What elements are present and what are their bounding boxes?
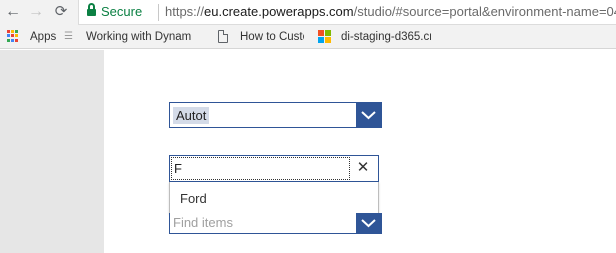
secure-label: Secure (101, 4, 143, 19)
list-bookmark-icon: ☰ (64, 31, 73, 42)
url-path: /studio/#source=portal&environment-name=… (353, 4, 616, 19)
side-panel (0, 50, 104, 253)
dropdown-selected-value: Autot (173, 107, 210, 124)
url-text[interactable]: https://eu.create.powerapps.com/studio/#… (165, 4, 616, 19)
chevron-down-icon (361, 219, 376, 228)
bookmarks-bar: Apps ☰ Working with Dynam How to Customi… (0, 25, 616, 49)
combobox-toggle-button[interactable] (356, 213, 381, 234)
combobox-search-input[interactable]: F (171, 157, 350, 180)
combobox-option-ford[interactable]: Ford (180, 191, 207, 206)
combobox-find-items[interactable]: Find items (169, 213, 382, 234)
combobox-search[interactable]: F ✕ (169, 155, 379, 182)
bookmark-how-to-customize[interactable]: How to Customize F (240, 29, 304, 45)
reload-icon[interactable]: ⟳ (52, 3, 70, 21)
apps-grid-icon[interactable] (7, 30, 19, 42)
lock-icon (87, 3, 96, 17)
address-bar[interactable]: Secure https://eu.create.powerapps.com/s… (78, 0, 616, 25)
combobox-placeholder: Find items (173, 215, 233, 230)
dropdown-toggle-button[interactable] (356, 103, 381, 127)
back-arrow-icon[interactable]: ← (4, 3, 22, 21)
bookmark-working-with-dynamics[interactable]: Working with Dynam (86, 29, 210, 45)
bookmark-di-staging[interactable]: di-staging-d365.crm (341, 29, 431, 45)
url-scheme: https:// (165, 4, 205, 19)
forward-arrow-icon[interactable]: → (27, 3, 45, 21)
page-icon (218, 30, 228, 43)
url-host: eu.create.powerapps.com (204, 4, 354, 19)
microsoft-logo-icon (318, 30, 331, 43)
clear-close-icon[interactable]: ✕ (354, 159, 372, 177)
combobox-options-list: Ford (169, 182, 379, 214)
bookmark-apps[interactable]: Apps (30, 29, 56, 45)
browser-toolbar: ← → ⟳ Secure https://eu.create.powerapps… (0, 0, 616, 25)
address-separator (158, 4, 159, 21)
manufacturer-dropdown[interactable]: Autot (169, 102, 382, 128)
chevron-down-icon (361, 111, 376, 120)
